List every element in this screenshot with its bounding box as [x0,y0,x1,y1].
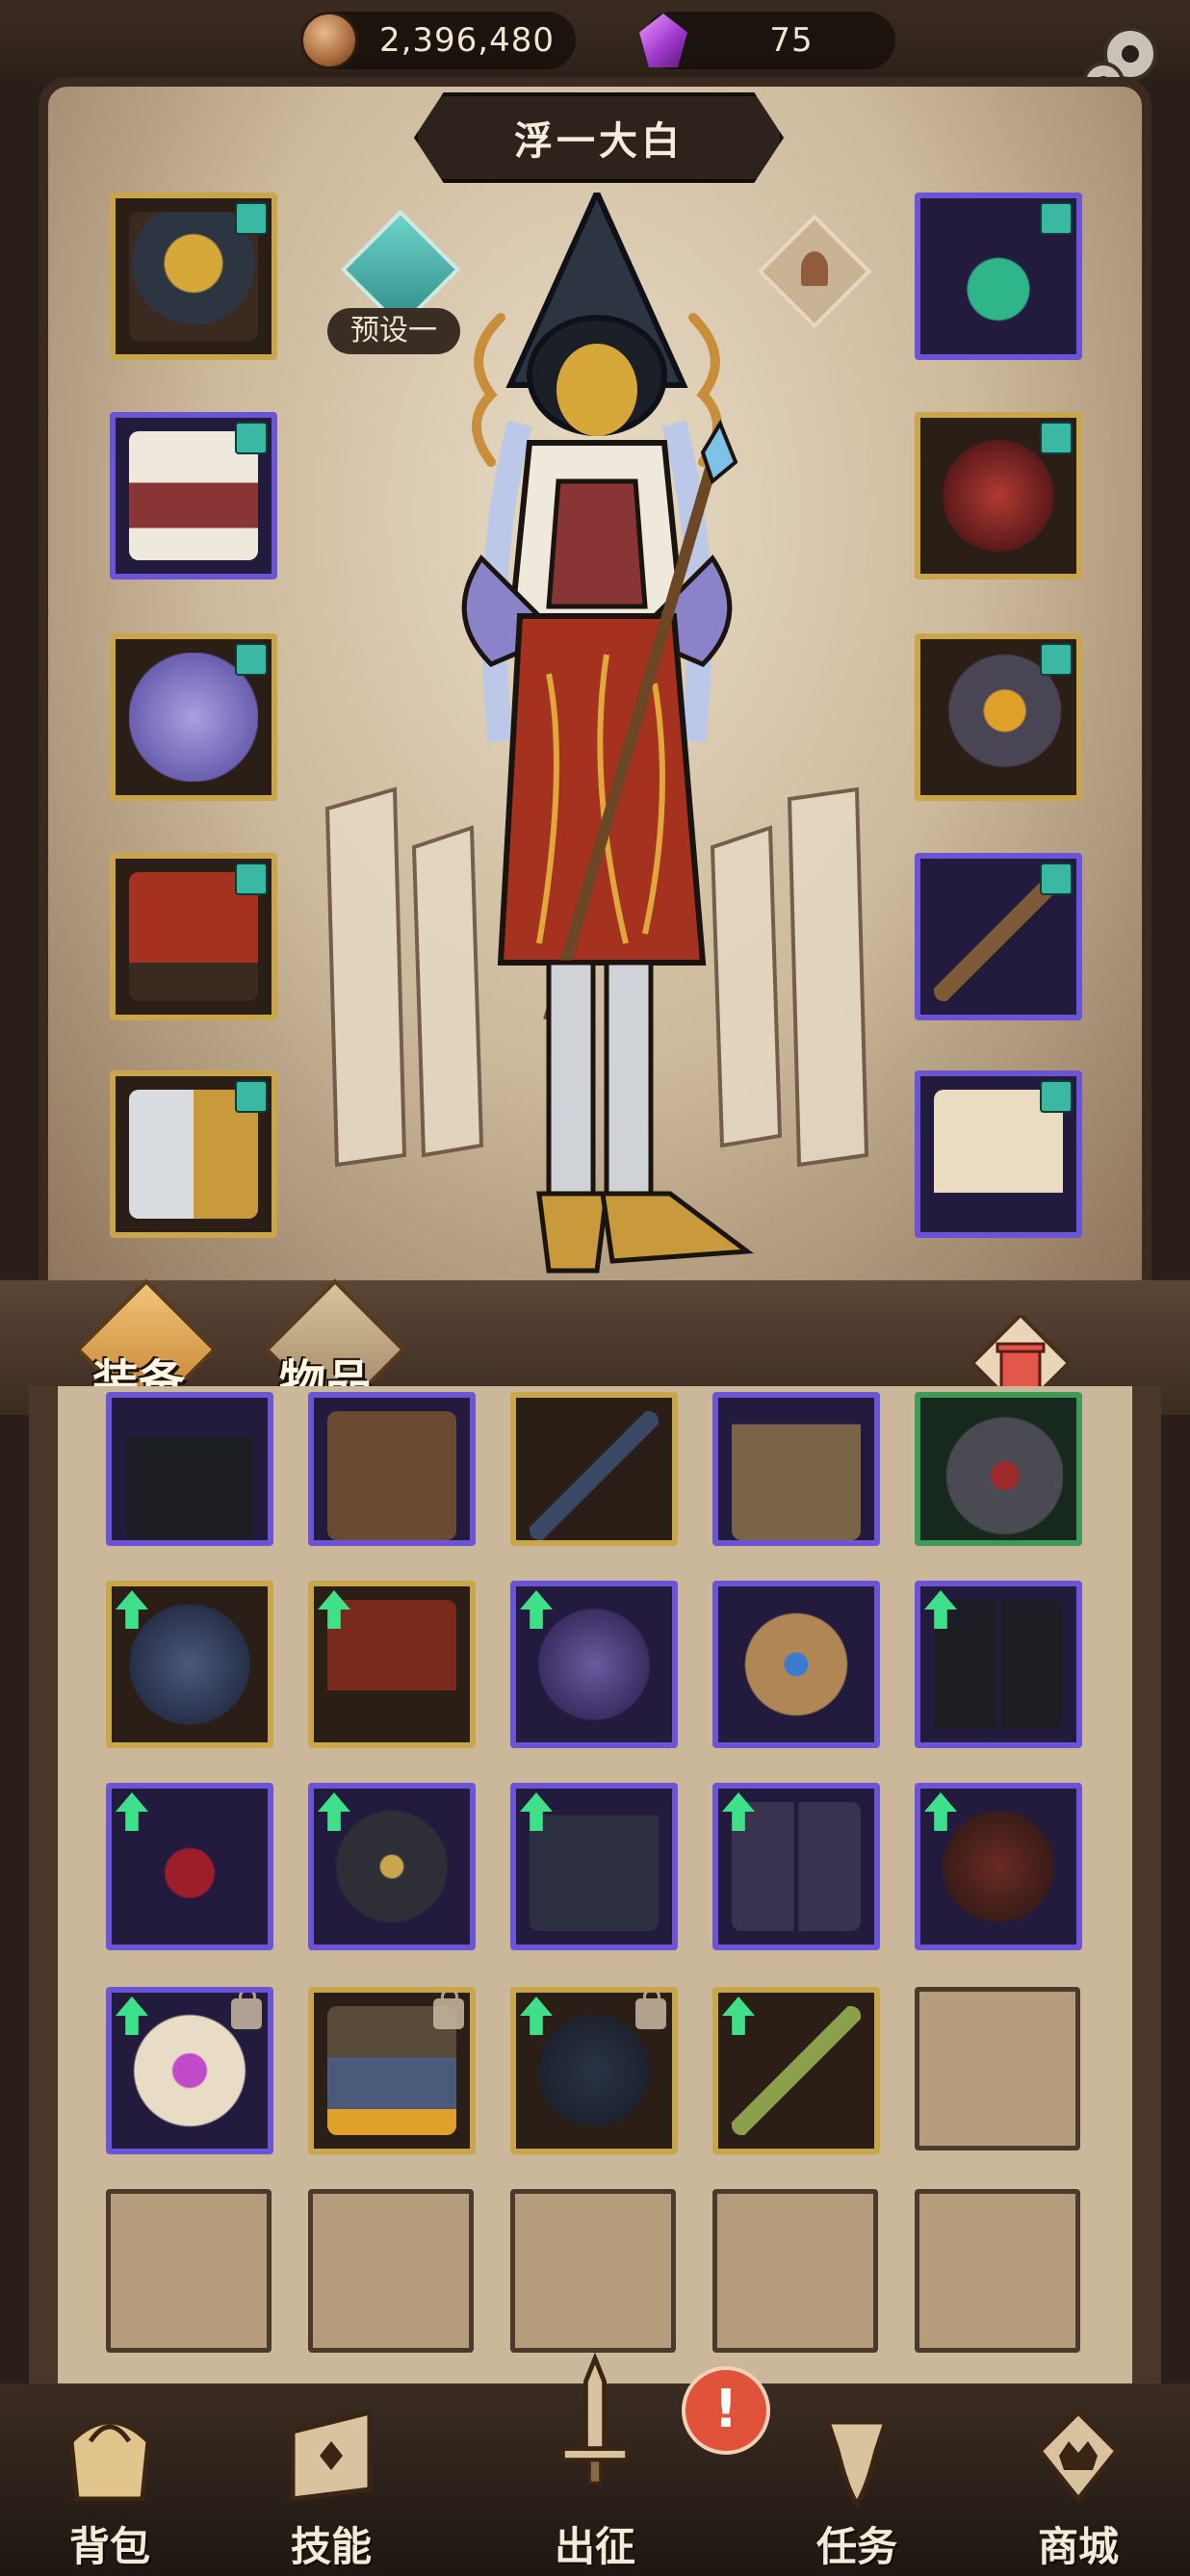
inventory-slot[interactable] [915,1581,1082,1748]
equipped-tag [235,422,268,454]
coin-amount: 2,396,480 [378,21,556,60]
equip-slot-helmet[interactable] [110,193,277,360]
gem-amount: 75 [769,21,814,60]
inventory-slot[interactable] [106,1581,273,1748]
gem-counter: 75 [639,12,895,69]
equip-slot-gloves[interactable] [110,633,277,801]
top-bar [0,0,1190,87]
coin-counter: 2,396,480 [300,12,576,69]
inventory-slot[interactable] [712,1581,880,1748]
equipped-tag [235,202,268,235]
hero-name: 浮一大白 [514,119,684,164]
equipped-tag [1040,643,1073,676]
equip-slot-offhand[interactable] [915,1070,1082,1238]
sword-icon [560,2352,630,2486]
boots-item [125,1411,254,1540]
lock-icon [231,1993,262,2029]
inventory-slot[interactable] [106,1392,273,1546]
inventory-slot[interactable] [510,1783,678,1950]
spear-item [732,2006,861,2135]
staff-item [530,1411,659,1540]
empty-inventory-slot[interactable] [106,2189,272,2353]
empty-inventory-slot[interactable] [308,2189,474,2353]
equip-slot-boots[interactable] [110,1070,277,1238]
hero-character[interactable] [414,193,780,1328]
empty-inventory-slot[interactable] [510,2189,676,2353]
equip-slot-chest[interactable] [110,412,277,580]
nav-bag[interactable]: 背包 [23,2383,196,2576]
inventory-slot[interactable] [712,1392,880,1546]
mask-item [530,1600,659,1729]
nav-tasks[interactable]: 任务 [770,2383,944,2576]
empty-inventory-slot[interactable] [915,2189,1080,2353]
nav-shop[interactable]: 商城 [992,2383,1165,2576]
inventory-slot[interactable] [712,1987,880,2154]
inventory-slot[interactable] [106,1783,273,1950]
equipped-tag [1040,863,1073,895]
lock-icon [635,1993,666,2029]
nav-expedition-label: 出征 [554,2523,635,2570]
inventory-slot[interactable] [308,1392,476,1546]
horn-icon [824,2419,890,2509]
nav-skills-label: 技能 [290,2523,372,2570]
boots-item [732,1802,861,1931]
equipped-tag [1040,422,1073,454]
nav-expedition[interactable]: 出征 [508,2352,682,2576]
inventory-slot[interactable] [510,1581,678,1748]
equipped-tag [235,1080,268,1113]
amulet-item [125,1802,254,1931]
equip-slot-weapon[interactable] [915,853,1082,1020]
alert-badge: ! [682,2366,770,2455]
equipped-tag [235,863,268,895]
nav-skills[interactable]: 技能 [245,2383,418,2576]
trousers-item [732,1411,861,1540]
dress-item [530,1802,659,1931]
inventory-slot[interactable] [712,1783,880,1950]
equipped-tag [235,643,268,676]
coin-icon [300,12,358,69]
hero-name-banner: 浮一大白 [414,92,784,183]
skill-book-icon [290,2409,373,2502]
equip-slot-ring[interactable] [915,633,1082,801]
equip-slot-necklace[interactable] [915,193,1082,360]
equip-slot-shoulder[interactable] [915,412,1082,580]
boots-item [934,1600,1063,1729]
crown-icon [1036,2409,1121,2504]
inventory-slot[interactable] [510,1392,678,1546]
equipped-tag [1040,202,1073,235]
inventory-slot[interactable] [308,1783,476,1950]
inventory-slot[interactable] [915,1392,1082,1546]
inventory-slot[interactable] [510,1987,678,2154]
ring-item [732,1600,861,1729]
equipped-tag [1040,1080,1073,1113]
lock-icon [433,1993,464,2029]
cloak-item [934,1802,1063,1931]
inventory-slot[interactable] [915,1783,1082,1950]
empty-inventory-slot[interactable] [915,1987,1080,2151]
nav-bag-label: 背包 [68,2523,150,2570]
inventory-slot[interactable] [308,1987,476,2154]
bag-icon [68,2419,151,2502]
chest-item [327,1411,456,1540]
ring-item [934,1411,1063,1540]
empty-inventory-slot[interactable] [712,2189,878,2353]
helmet-item [125,1600,254,1729]
equip-slot-legs[interactable] [110,853,277,1020]
inventory-slot[interactable] [106,1987,273,2154]
nav-shop-label: 商城 [1037,2523,1119,2570]
skirt-item [327,1600,456,1729]
nav-tasks-label: 任务 [815,2523,897,2570]
ring-item [327,1802,456,1931]
inventory-slot[interactable] [308,1581,476,1748]
